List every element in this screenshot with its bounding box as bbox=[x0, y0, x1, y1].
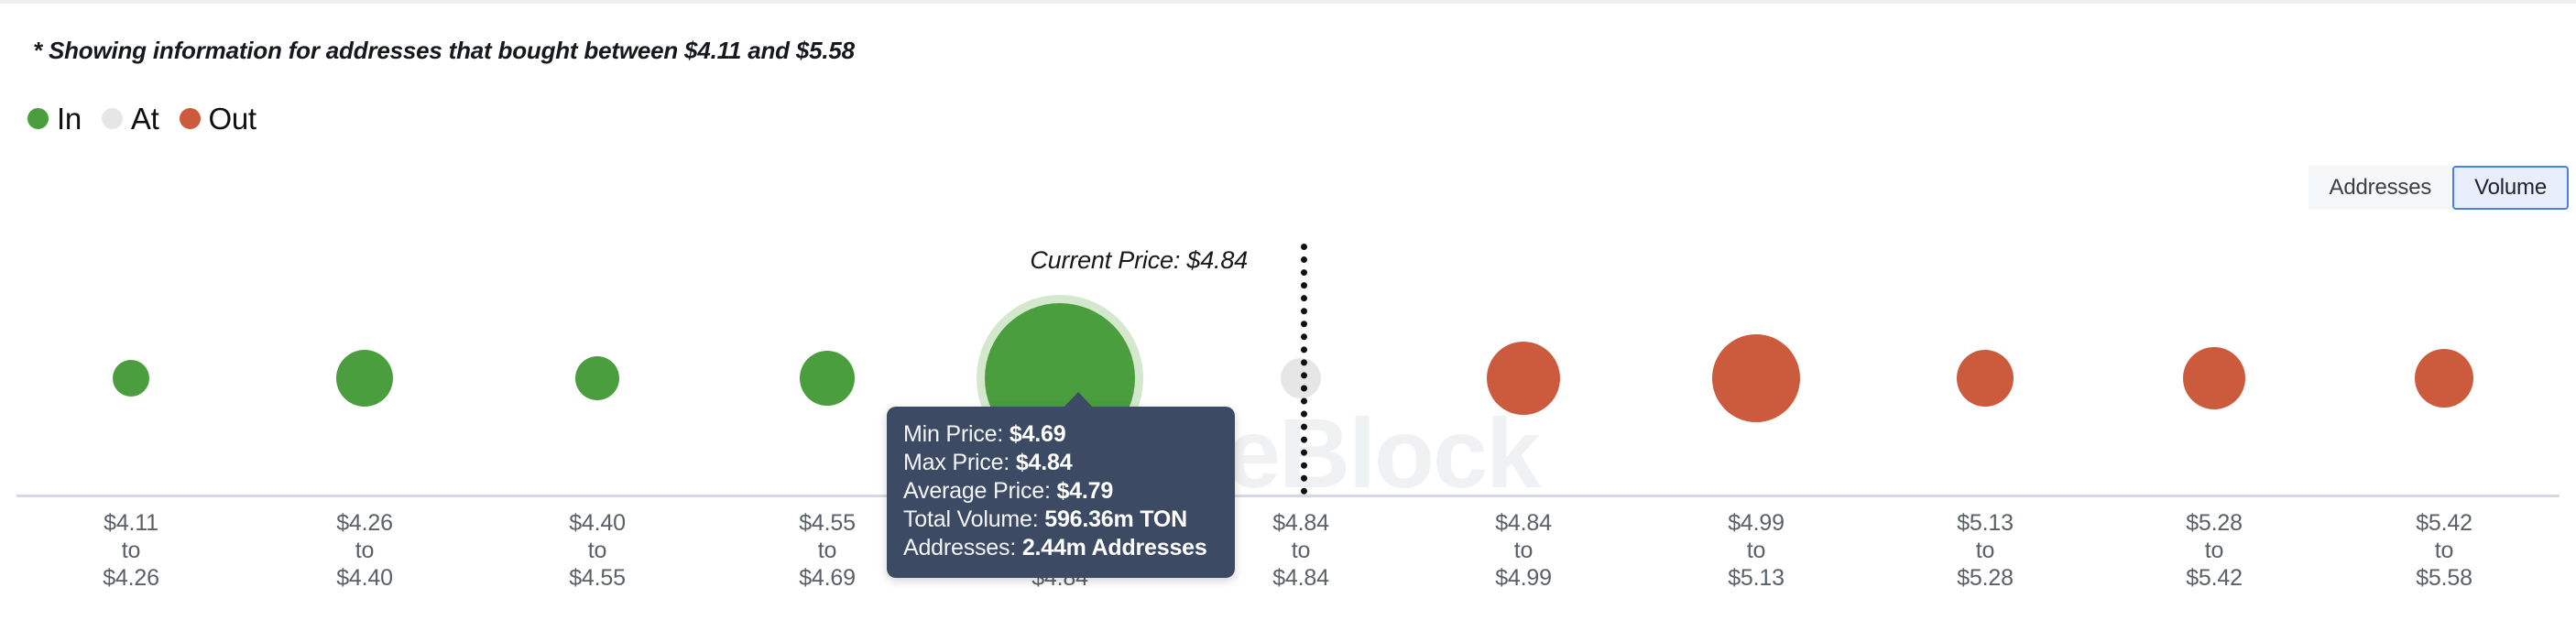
x-tick-min: $5.13 bbox=[1957, 510, 2014, 536]
x-tick-max: $5.58 bbox=[2416, 565, 2472, 591]
x-tick-max: $5.13 bbox=[1728, 565, 1785, 591]
x-tick-min: $4.55 bbox=[799, 510, 856, 536]
x-axis-tick-label: $4.11 to $4.26 bbox=[103, 509, 159, 592]
x-tick-sep: to bbox=[1513, 538, 1534, 563]
x-tick-max: $4.99 bbox=[1495, 565, 1552, 591]
tooltip-row-label: Addresses: bbox=[903, 535, 1017, 560]
x-axis-tick-label: $5.28 to $5.42 bbox=[2186, 509, 2243, 592]
x-tick-max: $4.26 bbox=[103, 565, 159, 591]
x-tick-sep: to bbox=[587, 538, 607, 563]
price-distribution-chart-widget: * Showing information for addresses that… bbox=[0, 0, 2576, 631]
bubble-out-7[interactable] bbox=[1712, 334, 1800, 422]
plot-area: TheBlock Current Price: $4.84 $4.11 to $4.… bbox=[0, 4, 2576, 631]
tooltip-row-label: Min Price: bbox=[903, 421, 1004, 447]
x-tick-max: $4.40 bbox=[336, 565, 393, 591]
x-tick-max: $4.55 bbox=[569, 565, 626, 591]
x-tick-max: $5.28 bbox=[1957, 565, 2014, 591]
x-axis-tick-label: $5.42 to $5.58 bbox=[2416, 509, 2472, 592]
bubble-in-3[interactable] bbox=[800, 351, 855, 406]
tooltip-row: Average Price: $4.79 bbox=[903, 477, 1218, 506]
current-price-label: Current Price: $4.84 bbox=[1030, 246, 1248, 274]
x-tick-sep: to bbox=[355, 538, 375, 563]
tooltip-row-value: $4.79 bbox=[1056, 478, 1114, 504]
x-tick-min: $4.11 bbox=[104, 510, 158, 536]
x-tick-min: $5.28 bbox=[2186, 510, 2243, 536]
tooltip-row: Total Volume: 596.36m TON bbox=[903, 506, 1218, 534]
tooltip-row-value: $4.84 bbox=[1015, 450, 1073, 475]
x-axis-tick-label: $5.13 to $5.28 bbox=[1957, 509, 2014, 592]
x-axis-tick-label: $4.40 to $4.55 bbox=[569, 509, 626, 592]
x-axis-tick-label: $4.84 to $4.84 bbox=[1272, 509, 1329, 592]
tooltip-row-value: 596.36m TON bbox=[1044, 506, 1188, 532]
x-tick-min: $4.99 bbox=[1728, 510, 1785, 536]
bubble-out-8[interactable] bbox=[1957, 350, 2014, 407]
bubble-in-0[interactable] bbox=[113, 360, 149, 397]
x-tick-min: $4.84 bbox=[1495, 510, 1552, 536]
tooltip-row-value: $4.69 bbox=[1009, 421, 1066, 447]
tooltip-row-label: Max Price: bbox=[903, 450, 1010, 475]
tooltip-row-value: 2.44m Addresses bbox=[1021, 535, 1207, 560]
current-price-line bbox=[1301, 244, 1307, 495]
x-axis-tick-label: $4.99 to $5.13 bbox=[1728, 509, 1785, 592]
tooltip-row-label: Total Volume: bbox=[903, 506, 1039, 532]
x-tick-sep: to bbox=[1746, 538, 1766, 563]
tooltip-arrow bbox=[1061, 392, 1096, 410]
x-tick-sep: to bbox=[817, 538, 837, 563]
x-axis-tick-label: $4.55 to $4.69 bbox=[799, 509, 856, 592]
x-tick-min: $4.84 bbox=[1272, 510, 1329, 536]
bubble-tooltip: Min Price: $4.69 Max Price: $4.84 Average … bbox=[887, 407, 1235, 578]
x-tick-sep: to bbox=[1291, 538, 1311, 563]
bubble-out-9[interactable] bbox=[2183, 347, 2245, 409]
x-tick-max: $5.42 bbox=[2186, 565, 2243, 591]
x-tick-sep: to bbox=[121, 538, 141, 563]
x-tick-sep: to bbox=[2434, 538, 2454, 563]
tooltip-row: Addresses: 2.44m Addresses bbox=[903, 534, 1218, 562]
bubble-out-10[interactable] bbox=[2415, 349, 2473, 408]
x-tick-max: $4.69 bbox=[799, 565, 856, 591]
x-tick-sep: to bbox=[2204, 538, 2224, 563]
x-axis-baseline bbox=[16, 495, 2560, 497]
bubble-out-6[interactable] bbox=[1487, 342, 1560, 415]
tooltip-row: Max Price: $4.84 bbox=[903, 449, 1218, 477]
x-tick-min: $4.26 bbox=[336, 510, 393, 536]
bubble-in-1[interactable] bbox=[336, 350, 393, 407]
x-axis-tick-label: $4.84 to $4.99 bbox=[1495, 509, 1552, 592]
bubble-in-2[interactable] bbox=[575, 356, 619, 400]
x-tick-sep: to bbox=[1975, 538, 1995, 563]
tooltip-row: Min Price: $4.69 bbox=[903, 420, 1218, 449]
x-tick-min: $4.40 bbox=[569, 510, 626, 536]
x-tick-min: $5.42 bbox=[2416, 510, 2472, 536]
x-axis-tick-label: $4.26 to $4.40 bbox=[336, 509, 393, 592]
tooltip-row-label: Average Price: bbox=[903, 478, 1051, 504]
x-tick-max: $4.84 bbox=[1272, 565, 1329, 591]
